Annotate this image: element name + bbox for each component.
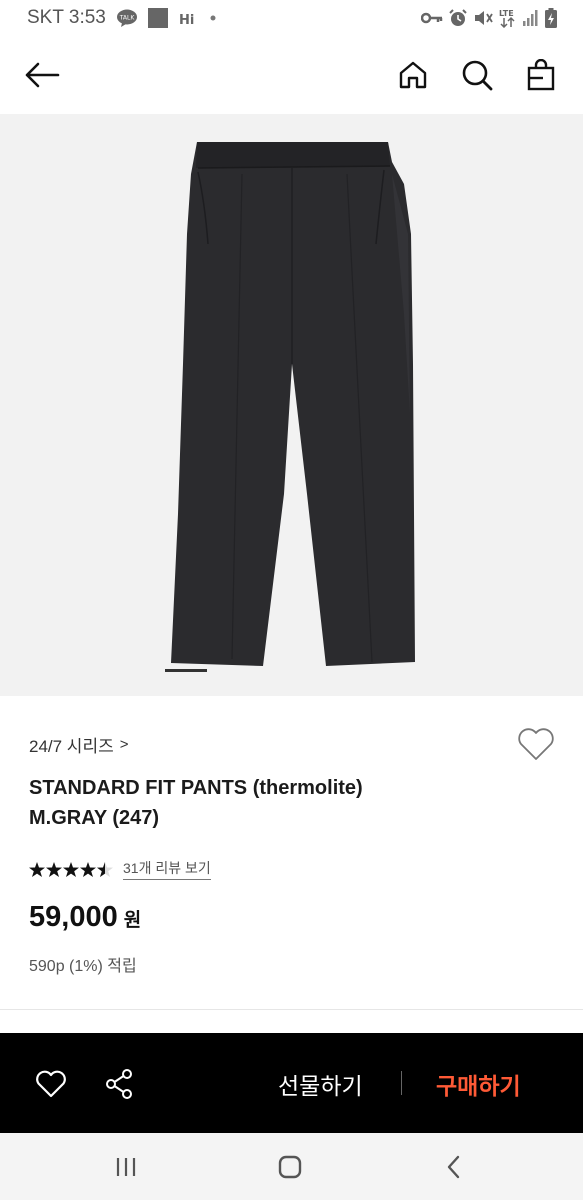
review-link[interactable]: 31개 리뷰 보기	[123, 858, 211, 880]
wishlist-heart-icon[interactable]	[516, 726, 556, 762]
system-nav-bar	[0, 1133, 583, 1200]
rating-row: 31개 리뷰 보기	[29, 858, 211, 880]
gift-button[interactable]: 선물하기	[278, 1067, 363, 1101]
heart-icon[interactable]	[31, 1064, 71, 1104]
product-info: 24/7 시리즈 > STANDARD FIT PANTS (thermolit…	[0, 696, 583, 1010]
product-image[interactable]	[0, 114, 583, 696]
series-link[interactable]: 24/7 시리즈 >	[29, 732, 129, 757]
share-icon[interactable]	[99, 1064, 139, 1104]
status-bar: SKT 3:53 TALK Hi LTE	[0, 0, 583, 36]
svg-text:LTE: LTE	[499, 9, 514, 18]
action-divider	[401, 1071, 402, 1095]
product-title-line1: STANDARD FIT PANTS (thermolite)	[29, 777, 363, 799]
status-left: SKT 3:53 TALK Hi	[27, 7, 218, 29]
search-icon[interactable]	[457, 55, 497, 95]
star-icon	[80, 861, 96, 877]
rating-stars	[29, 861, 113, 877]
square-icon	[147, 8, 168, 28]
price-unit: 원	[123, 910, 142, 931]
series-label: 24/7 시리즈	[29, 737, 114, 756]
price-amount: 59,000	[29, 901, 118, 933]
carrier-time: SKT 3:53	[27, 7, 106, 28]
svg-text:TALK: TALK	[119, 15, 136, 22]
product-title-line2: M.GRAY (247)	[29, 807, 160, 829]
star-icon	[63, 861, 79, 877]
status-right: LTE	[421, 8, 557, 28]
image-indicator	[165, 669, 207, 672]
half-star-icon	[97, 861, 113, 877]
star-icon	[29, 861, 45, 877]
reward-points: 590p (1%) 적립	[29, 958, 137, 975]
product-title: STANDARD FIT PANTS (thermolite) M.GRAY (…	[29, 773, 509, 833]
pants-image	[171, 142, 415, 666]
section-gap	[0, 1010, 583, 1033]
lte-icon: LTE	[499, 8, 517, 28]
back-arrow-icon[interactable]	[22, 55, 62, 95]
signal-icon	[523, 10, 539, 26]
home-button-icon[interactable]	[270, 1151, 310, 1183]
shopping-bag-icon[interactable]	[521, 55, 561, 95]
battery-icon	[545, 8, 557, 28]
hi-icon: Hi	[178, 9, 198, 27]
header-actions	[393, 55, 561, 95]
svg-text:Hi: Hi	[179, 13, 194, 27]
buy-button[interactable]: 구매하기	[436, 1067, 521, 1101]
key-icon	[421, 11, 443, 25]
alarm-icon	[449, 9, 467, 27]
home-icon[interactable]	[393, 55, 433, 95]
app-header	[0, 36, 583, 114]
star-icon	[46, 861, 62, 877]
price: 59,000 원	[29, 901, 141, 934]
chevron-right-icon: >	[119, 736, 129, 753]
back-icon[interactable]	[434, 1151, 474, 1183]
dot-icon	[208, 13, 218, 23]
recents-icon[interactable]	[106, 1151, 146, 1183]
talk-icon: TALK	[116, 9, 138, 27]
bottom-action-bar: 선물하기 구매하기	[0, 1033, 583, 1133]
mute-icon	[473, 9, 493, 27]
